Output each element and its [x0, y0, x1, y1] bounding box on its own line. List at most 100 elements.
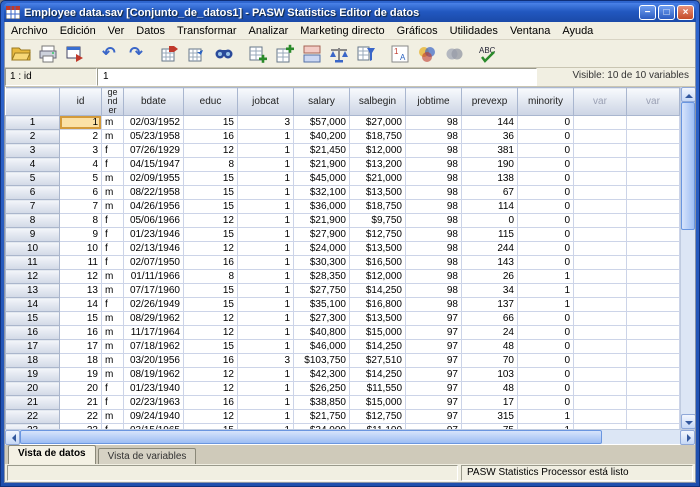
cell-prevexp[interactable]: 48: [462, 382, 518, 396]
cell-jobcat[interactable]: 1: [238, 242, 294, 256]
cell-id[interactable]: 17: [60, 340, 102, 354]
cell-var-empty[interactable]: [627, 284, 680, 298]
goto-case-button[interactable]: [157, 42, 183, 66]
cell-salbegin[interactable]: $16,800: [350, 298, 406, 312]
cell-educ[interactable]: 15: [184, 116, 238, 130]
column-header-jobcat[interactable]: jobcat: [238, 88, 294, 116]
row-number[interactable]: 5: [6, 172, 60, 186]
cell-bdate[interactable]: 02/09/1955: [124, 172, 184, 186]
cell-jobcat[interactable]: 1: [238, 326, 294, 340]
menu-item-ver[interactable]: Ver: [102, 23, 131, 39]
cell-bdate[interactable]: 05/06/1966: [124, 214, 184, 228]
cell-prevexp[interactable]: 26: [462, 270, 518, 284]
cell-salary[interactable]: $36,000: [294, 200, 350, 214]
cell-bdate[interactable]: 07/18/1962: [124, 340, 184, 354]
cell-jobtime[interactable]: 98: [406, 298, 462, 312]
cell-prevexp[interactable]: 48: [462, 340, 518, 354]
cell-jobcat[interactable]: 3: [238, 354, 294, 368]
weight-cases-button[interactable]: [326, 42, 352, 66]
cell-id[interactable]: 1: [60, 116, 102, 130]
cell-salary[interactable]: $21,900: [294, 214, 350, 228]
cell-educ[interactable]: 12: [184, 410, 238, 424]
cell-gender[interactable]: m: [102, 116, 124, 130]
cell-educ[interactable]: 12: [184, 242, 238, 256]
value-labels-button[interactable]: 1A: [387, 42, 413, 66]
cell-var-empty[interactable]: [574, 186, 627, 200]
cell-jobtime[interactable]: 98: [406, 130, 462, 144]
cell-minority[interactable]: 0: [518, 340, 574, 354]
cell-var-empty[interactable]: [627, 368, 680, 382]
scroll-right-arrow[interactable]: [680, 430, 695, 445]
cell-id[interactable]: 2: [60, 130, 102, 144]
cell-salbegin[interactable]: $13,200: [350, 158, 406, 172]
cell-salbegin[interactable]: $15,000: [350, 396, 406, 410]
column-header-gender[interactable]: gender: [102, 88, 124, 116]
cell-var-empty[interactable]: [627, 340, 680, 354]
row-number[interactable]: 3: [6, 144, 60, 158]
menu-item-marketing-directo[interactable]: Marketing directo: [294, 23, 390, 39]
cell-var-empty[interactable]: [574, 144, 627, 158]
cell-jobtime[interactable]: 98: [406, 144, 462, 158]
cell-salary[interactable]: $28,350: [294, 270, 350, 284]
cell-salbegin[interactable]: $18,750: [350, 200, 406, 214]
row-number[interactable]: 18: [6, 354, 60, 368]
cell-var-empty[interactable]: [574, 228, 627, 242]
cell-var-empty[interactable]: [574, 298, 627, 312]
close-button[interactable]: ×: [677, 5, 694, 20]
cell-jobtime[interactable]: 98: [406, 186, 462, 200]
cell-var-empty[interactable]: [627, 382, 680, 396]
cell-salary[interactable]: $42,300: [294, 368, 350, 382]
cell-bdate[interactable]: 08/29/1962: [124, 312, 184, 326]
cell-educ[interactable]: 12: [184, 312, 238, 326]
cell-var-empty[interactable]: [574, 340, 627, 354]
cell-gender[interactable]: m: [102, 340, 124, 354]
cell-jobtime[interactable]: 97: [406, 410, 462, 424]
cell-salbegin[interactable]: $12,750: [350, 228, 406, 242]
column-header-minority[interactable]: minority: [518, 88, 574, 116]
cell-gender[interactable]: m: [102, 410, 124, 424]
cell-minority[interactable]: 0: [518, 186, 574, 200]
cell-bdate[interactable]: 01/11/1966: [124, 270, 184, 284]
cell-jobcat[interactable]: 1: [238, 368, 294, 382]
cell-var-empty[interactable]: [627, 214, 680, 228]
cell-minority[interactable]: 0: [518, 256, 574, 270]
cell-salary[interactable]: $27,750: [294, 284, 350, 298]
cell-jobtime[interactable]: 97: [406, 312, 462, 326]
cell-salary[interactable]: $26,250: [294, 382, 350, 396]
cell-jobtime[interactable]: 98: [406, 270, 462, 284]
cell-var-empty[interactable]: [627, 130, 680, 144]
column-header-bdate[interactable]: bdate: [124, 88, 184, 116]
print-button[interactable]: [35, 42, 61, 66]
cell-id[interactable]: 3: [60, 144, 102, 158]
cell-salary[interactable]: $24,000: [294, 242, 350, 256]
menu-item-archivo[interactable]: Archivo: [5, 23, 54, 39]
cell-jobcat[interactable]: 1: [238, 256, 294, 270]
cell-gender[interactable]: f: [102, 382, 124, 396]
select-all-corner[interactable]: [6, 88, 60, 116]
cell-id[interactable]: 9: [60, 228, 102, 242]
row-number[interactable]: 15: [6, 312, 60, 326]
cell-educ[interactable]: 15: [184, 228, 238, 242]
cell-jobtime[interactable]: 98: [406, 158, 462, 172]
cell-salbegin[interactable]: $14,250: [350, 340, 406, 354]
row-number[interactable]: 14: [6, 298, 60, 312]
cell-minority[interactable]: 0: [518, 200, 574, 214]
cell-salbegin[interactable]: $27,510: [350, 354, 406, 368]
cell-salbegin[interactable]: $14,250: [350, 284, 406, 298]
goto-variable-button[interactable]: [184, 42, 210, 66]
cell-var-empty[interactable]: [627, 298, 680, 312]
cell-id[interactable]: 12: [60, 270, 102, 284]
column-header-var-1[interactable]: var: [574, 88, 627, 116]
cell-salary[interactable]: $21,450: [294, 144, 350, 158]
minimize-button[interactable]: −: [639, 5, 656, 20]
cell-jobtime[interactable]: 98: [406, 242, 462, 256]
cell-salbegin[interactable]: $15,000: [350, 326, 406, 340]
cell-salary[interactable]: $21,900: [294, 158, 350, 172]
cell-var-empty[interactable]: [627, 396, 680, 410]
cell-minority[interactable]: 1: [518, 284, 574, 298]
cell-prevexp[interactable]: 381: [462, 144, 518, 158]
horizontal-scroll-thumb[interactable]: [20, 430, 602, 444]
cell-salbegin[interactable]: $9,750: [350, 214, 406, 228]
cell-jobtime[interactable]: 97: [406, 354, 462, 368]
cell-educ[interactable]: 15: [184, 186, 238, 200]
